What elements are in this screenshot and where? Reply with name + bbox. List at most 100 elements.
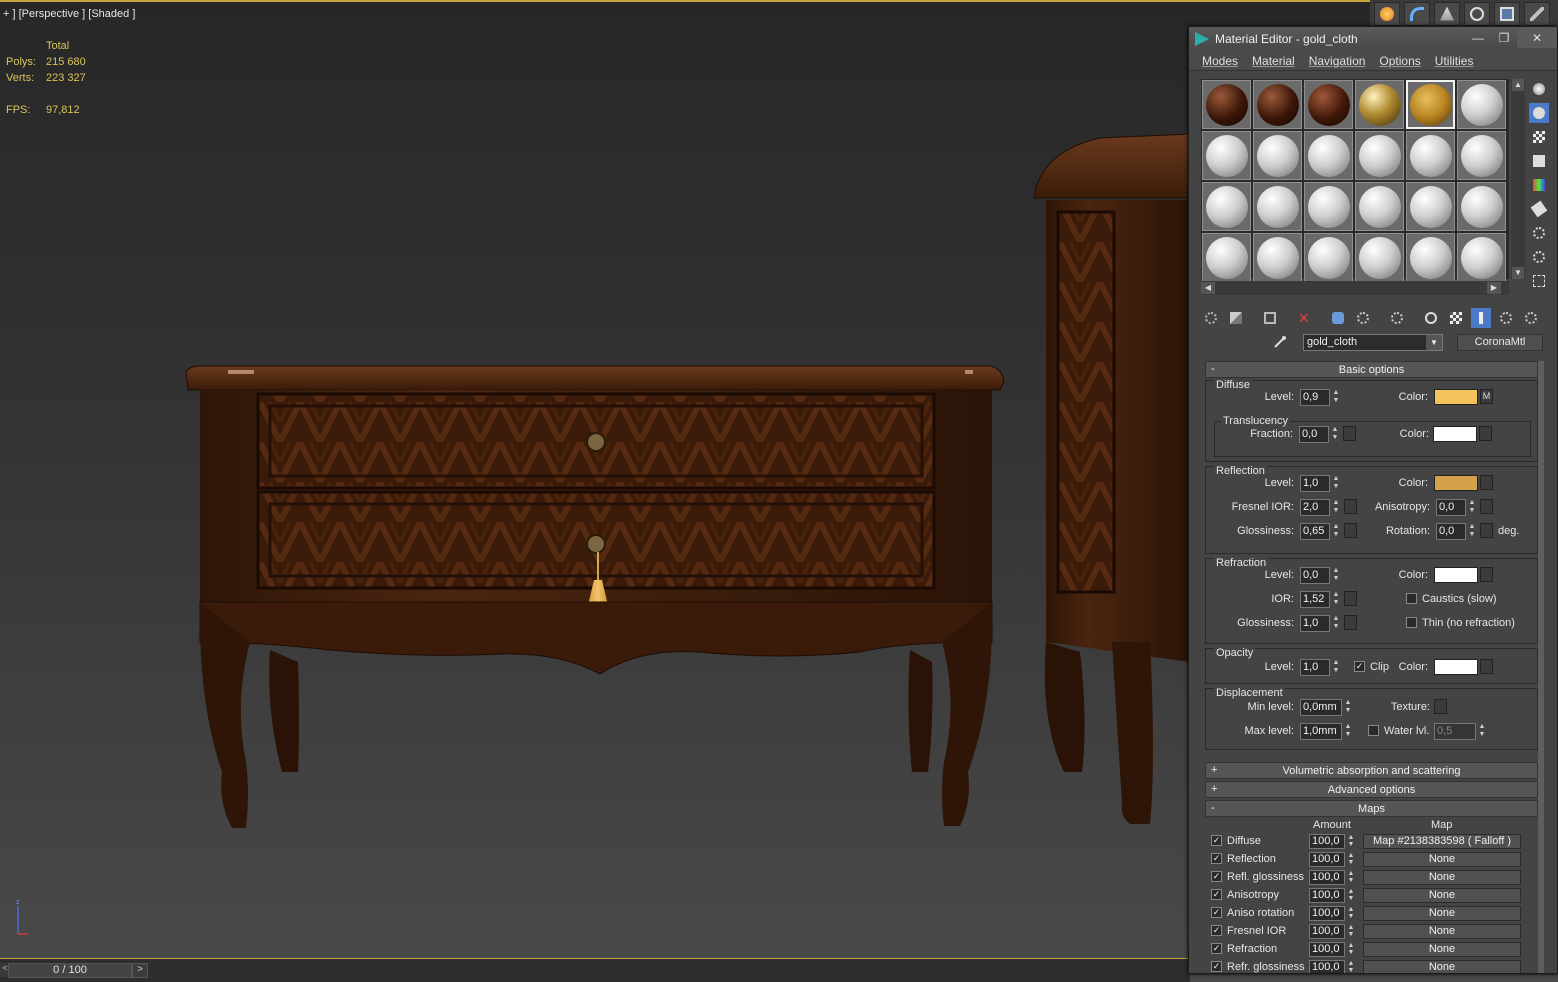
sample-slot[interactable] [1304,233,1353,282]
sample-slot[interactable] [1202,233,1251,282]
close-button[interactable]: ✕ [1517,30,1557,48]
max-level-spinner[interactable]: 1,0mm ▲ ▼ [1300,723,1351,740]
render-frame-icon[interactable] [1404,1,1430,26]
menu-options[interactable]: Options [1379,54,1420,68]
map-amount-spinner[interactable]: 100,0 [1309,906,1345,921]
material-map-navigator-button[interactable] [1529,271,1549,291]
map-amount-spinner[interactable]: 100,0 [1309,960,1345,973]
min-level-spinner[interactable]: 0,0mm ▲ ▼ [1300,699,1351,716]
show-map-in-viewport-button[interactable] [1421,308,1441,328]
sample-slot[interactable] [1253,233,1302,282]
material-type-button[interactable]: CoronaMtl [1457,333,1543,351]
spinner-arrows[interactable]: ▲ ▼ [1346,852,1356,867]
material-name-field[interactable]: gold_cloth ▼ [1303,333,1443,351]
panel-scrollbar[interactable] [1538,361,1544,973]
map-amount-spinner[interactable]: 100,0 [1309,888,1345,903]
sample-slot[interactable] [1253,80,1302,129]
scroll-down-icon[interactable]: ▼ [1512,267,1524,279]
video-color-check-button[interactable] [1529,175,1549,195]
spinner-arrows[interactable]: ▲ ▼ [1346,870,1356,885]
sample-slot[interactable] [1202,182,1251,231]
refraction-glossiness-spinner[interactable]: 1,0 ▲ ▼ [1300,615,1339,632]
sample-slot[interactable] [1304,80,1353,129]
spinner-arrows[interactable]: ▲ ▼ [1342,723,1354,740]
diffuse-color-swatch[interactable] [1434,389,1478,405]
map-enable-checkbox[interactable]: ✓ [1211,961,1222,972]
spinner-arrows[interactable]: ▲ ▼ [1330,615,1342,632]
map-enable-checkbox[interactable]: ✓ [1211,907,1222,918]
spinner-arrows[interactable]: ▲ ▼ [1330,523,1342,540]
map-enable-checkbox[interactable]: ✓ [1211,853,1222,864]
options-button[interactable] [1529,223,1549,243]
uv-tiling-button[interactable] [1529,151,1549,171]
reflection-color-swatch[interactable] [1434,475,1478,491]
put-material-button[interactable] [1226,308,1246,328]
menu-navigation[interactable]: Navigation [1309,54,1366,68]
make-unique-button[interactable] [1328,308,1348,328]
diffuse-map-button[interactable]: M [1480,389,1493,404]
scroll-right-icon[interactable]: ▶ [1487,282,1501,294]
basic-options-rollout[interactable]: - Basic options [1205,361,1538,378]
map-slot-button[interactable]: None [1363,924,1521,939]
sample-slot[interactable] [1457,182,1506,231]
chevron-down-icon[interactable]: ▼ [1426,334,1442,350]
anisotropy-map-button[interactable] [1480,499,1493,514]
minimize-button[interactable]: — [1465,30,1491,48]
make-preview-button[interactable] [1529,199,1549,219]
map-slot-button[interactable]: None [1363,960,1521,973]
spinner-arrows[interactable]: ▲ ▼ [1330,499,1342,516]
opacity-level-spinner[interactable]: 1,0 ▲ ▼ [1300,659,1339,676]
sample-type-button[interactable] [1529,79,1549,99]
thin-checkbox[interactable] [1406,617,1417,628]
map-amount-spinner[interactable]: 100,0 [1309,852,1345,867]
backlight-button[interactable] [1529,103,1549,123]
reflection-glossiness-spinner[interactable]: 0,65 ▲ ▼ [1300,523,1339,540]
sample-slot[interactable] [1355,131,1404,180]
sample-slot[interactable] [1304,131,1353,180]
material-id-button[interactable] [1387,308,1407,328]
get-material-button[interactable] [1201,308,1221,328]
opacity-map-button[interactable] [1480,659,1493,674]
show-end-result-button[interactable] [1446,308,1466,328]
sample-slot[interactable] [1406,233,1455,282]
map-slot-button[interactable]: Map #2138383598 ( Falloff ) [1363,834,1521,849]
spinner-arrows[interactable]: ▲ ▼ [1346,924,1356,939]
spinner-arrows[interactable]: ▲ ▼ [1330,567,1342,584]
assign-material-button[interactable] [1260,308,1280,328]
spinner-arrows[interactable]: ▲ ▼ [1346,888,1356,903]
water-level-checkbox[interactable] [1368,725,1379,736]
map-enable-checkbox[interactable]: ✓ [1211,943,1222,954]
clip-checkbox[interactable]: ✓ [1354,661,1365,672]
rotation-map-button[interactable] [1480,523,1493,538]
texture-map-button[interactable] [1434,699,1447,714]
map-slot-button[interactable]: None [1363,906,1521,921]
environment-icon[interactable] [1464,1,1490,26]
refraction-color-swatch[interactable] [1434,567,1478,583]
spinner-arrows[interactable]: ▲ ▼ [1330,659,1342,676]
scrollbar-thumb[interactable] [1538,361,1544,973]
caustics-checkbox[interactable] [1406,593,1417,604]
sample-slot[interactable] [1202,80,1251,129]
map-slot-button[interactable]: None [1363,870,1521,885]
menu-material[interactable]: Material [1252,54,1295,68]
diffuse-level-spinner[interactable]: 0,9 ▲ ▼ [1300,389,1339,406]
timeline-next-button[interactable]: > [132,963,148,978]
refraction-map-button[interactable] [1480,567,1493,582]
sample-slot[interactable] [1355,80,1404,129]
sample-slot[interactable] [1355,233,1404,282]
time-slider[interactable]: 0 / 100 [8,963,132,978]
spinner-arrows[interactable]: ▲ ▼ [1330,389,1342,406]
sample-slot[interactable] [1457,80,1506,129]
rotation-spinner[interactable]: 0,0 ▲ ▼ [1436,523,1475,540]
sample-slot[interactable] [1304,182,1353,231]
go-forward-sibling-button[interactable] [1496,308,1516,328]
background-button[interactable] [1529,127,1549,147]
maps-rollout[interactable]: - Maps [1205,800,1538,817]
map-enable-checkbox[interactable]: ✓ [1211,889,1222,900]
sample-slot[interactable] [1457,233,1506,282]
spinner-arrows[interactable]: ▲ ▼ [1476,723,1488,740]
sample-slot[interactable] [1406,131,1455,180]
hammer-icon[interactable] [1524,1,1550,26]
map-slot-button[interactable]: None [1363,942,1521,957]
anisotropy-spinner[interactable]: 0,0 ▲ ▼ [1436,499,1475,516]
